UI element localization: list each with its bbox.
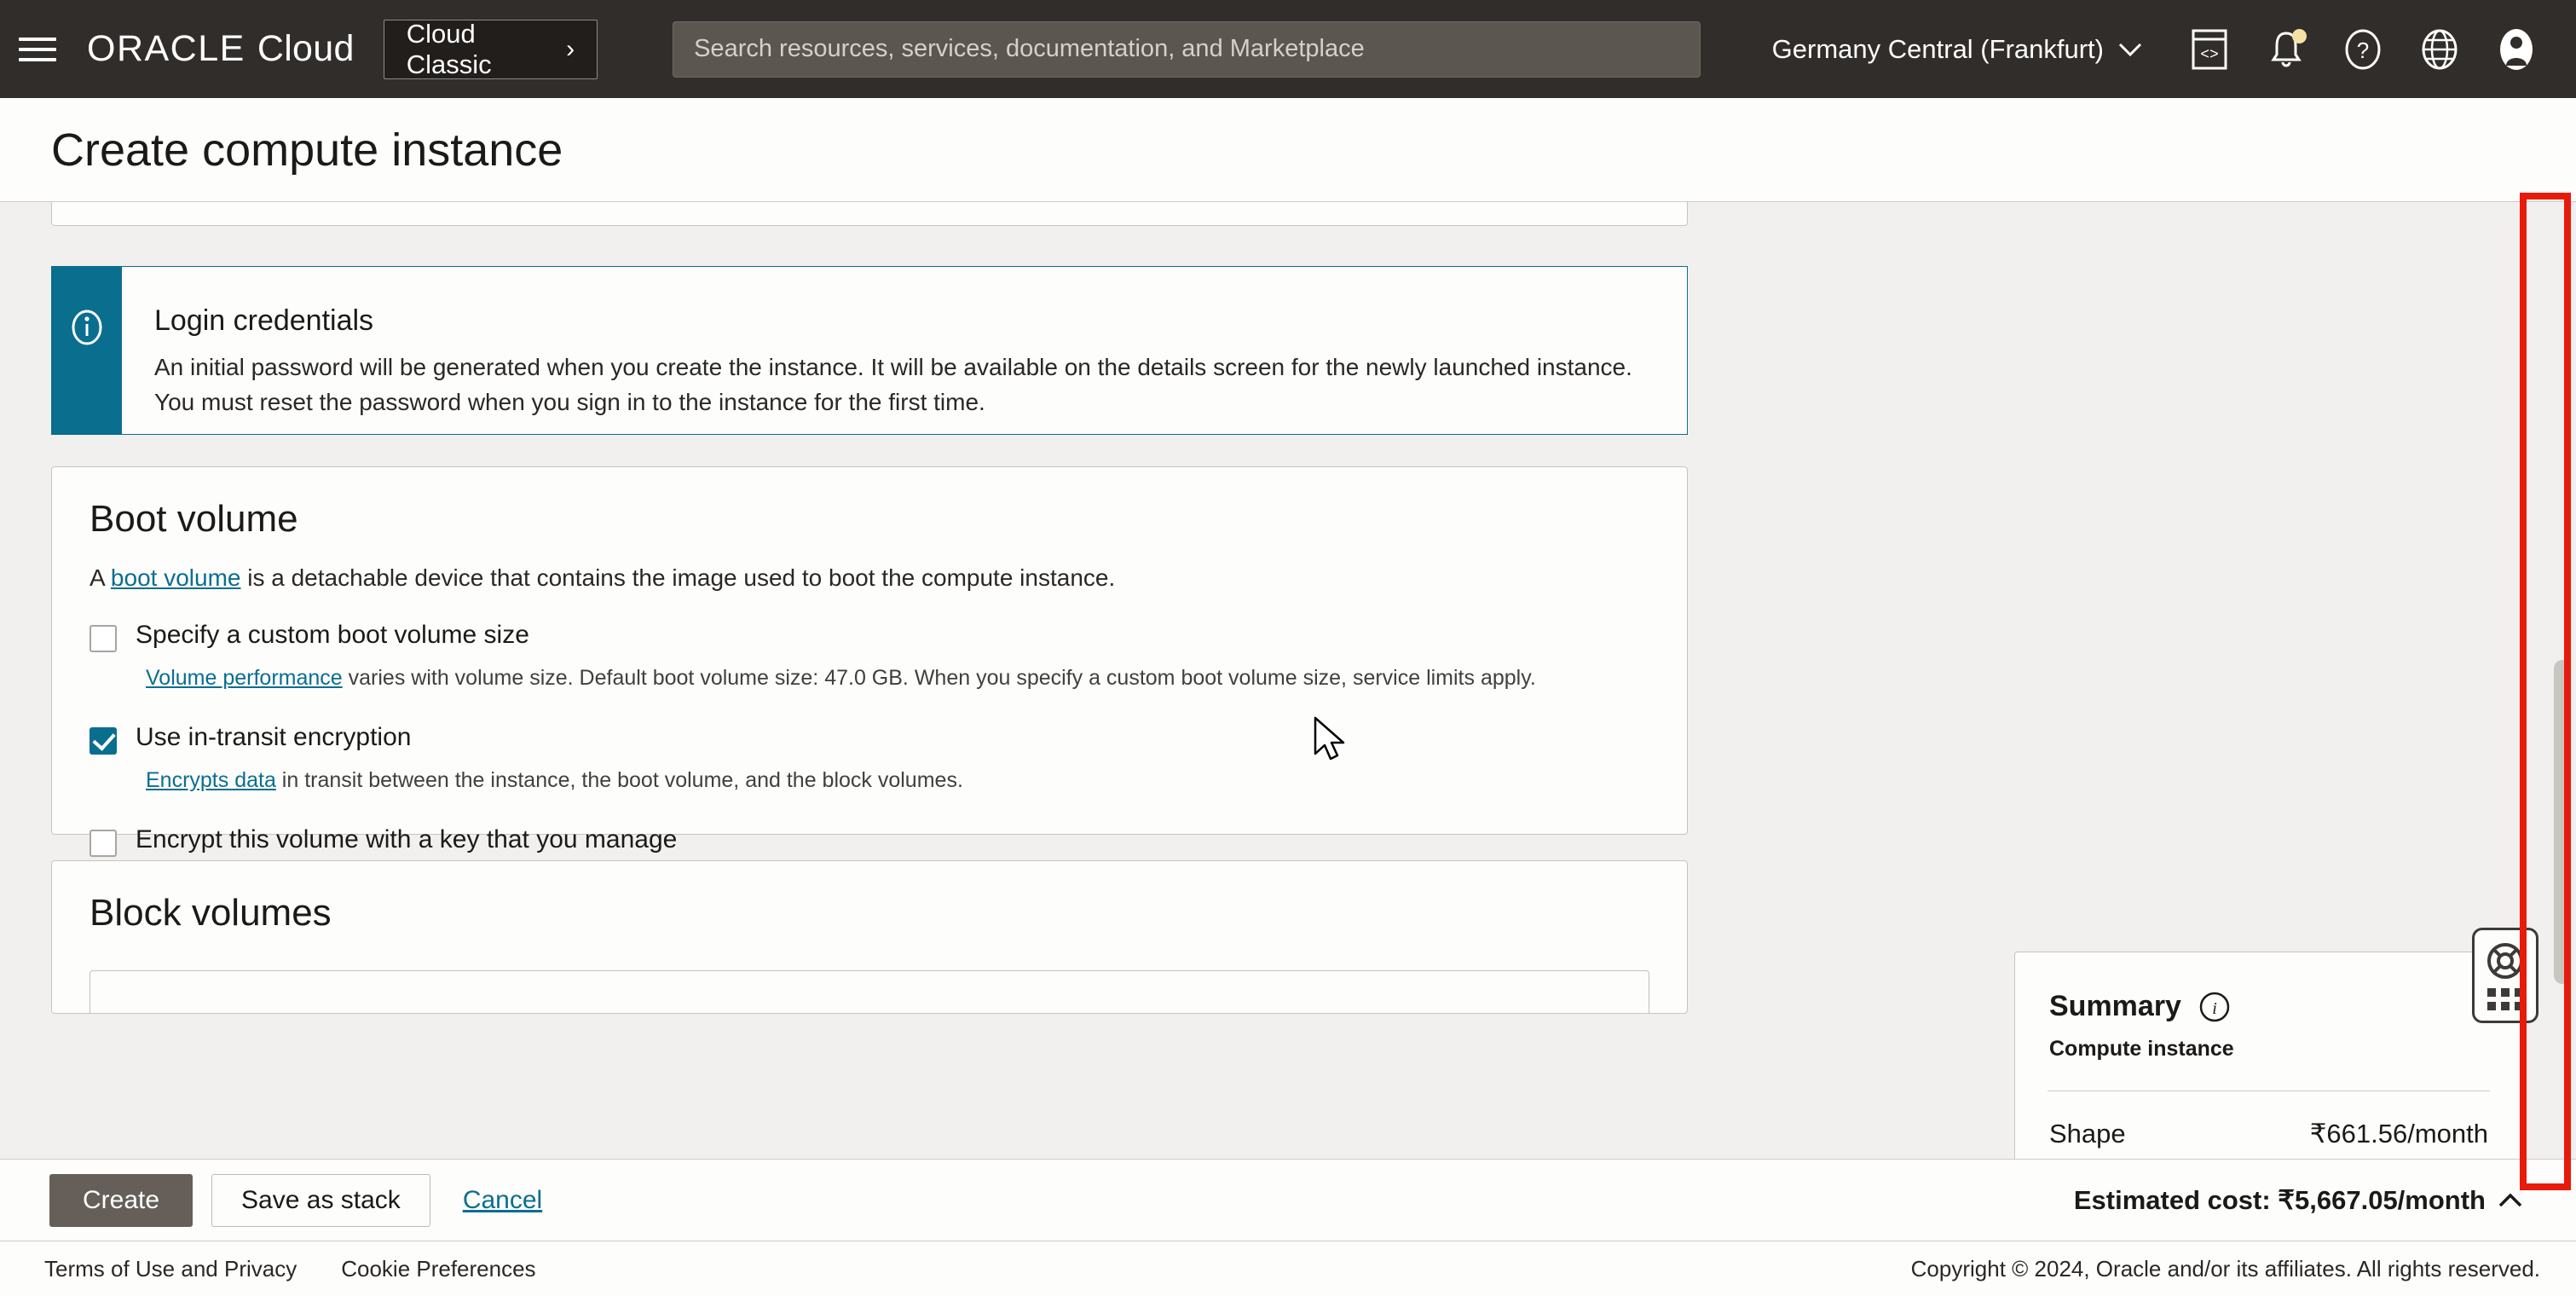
global-header: ORACLE Cloud Cloud Classic › Germany Cen…: [0, 0, 2576, 98]
previous-section-card-bottom: [51, 202, 1688, 226]
chevron-right-icon: ›: [566, 34, 575, 63]
cloud-classic-label: Cloud Classic: [406, 18, 492, 79]
option-customer-managed-key[interactable]: Encrypt this volume with a key that you …: [52, 825, 1687, 857]
support-widget[interactable]: [2472, 928, 2538, 1023]
block-volumes-title: Block volumes: [90, 892, 332, 934]
summary-info-icon[interactable]: i: [2198, 991, 2231, 1023]
page-title: Create compute instance: [51, 124, 563, 176]
boot-volume-title: Boot volume: [90, 498, 298, 540]
desc-suffix: is a detachable device that contains the…: [240, 564, 1116, 591]
volume-performance-link[interactable]: Volume performance: [146, 666, 343, 690]
banner-title: Login credentials: [154, 304, 374, 337]
info-circle-icon: [72, 310, 102, 345]
global-search[interactable]: [673, 20, 1701, 78]
lifebuoy-icon: [2487, 942, 2523, 979]
boot-volume-card: Boot volume A boot volume is a detachabl…: [51, 466, 1688, 926]
summary-header: Summary i: [2015, 952, 2522, 1023]
scrollbar-thumb[interactable]: [2554, 660, 2571, 984]
estimated-cost-toggle[interactable]: Estimated cost: ₹5,667.05/month: [2074, 1185, 2523, 1216]
svg-text:<>: <>: [2200, 47, 2219, 64]
save-as-stack-button[interactable]: Save as stack: [211, 1173, 430, 1227]
copyright-text: Copyright © 2024, Oracle and/or its affi…: [1910, 1255, 2540, 1282]
hamburger-menu-icon[interactable]: [19, 30, 56, 69]
banner-text-line-1: An initial password will be generated wh…: [154, 354, 1632, 380]
option-in-transit-encryption[interactable]: Use in-transit encryption: [52, 723, 1687, 755]
summary-title: Summary: [2049, 990, 2181, 1022]
oracle-cloud-logo[interactable]: ORACLE Cloud: [87, 28, 355, 70]
notification-badge: [2292, 28, 2307, 43]
block-volumes-field[interactable]: [90, 970, 1649, 1013]
checkbox-in-transit-encryption[interactable]: [90, 727, 117, 755]
row-value: ₹661.56/month: [2309, 1119, 2488, 1148]
svg-text:i: i: [2212, 999, 2217, 1018]
option-label: Specify a custom boot volume size: [136, 621, 529, 649]
region-selector[interactable]: Germany Central (Frankfurt): [1772, 34, 2143, 65]
login-credentials-banner: Login credentials An initial password wi…: [51, 266, 1688, 435]
search-input[interactable]: [694, 35, 1679, 63]
banner-text-line-2: You must reset the password when you sig…: [154, 389, 985, 415]
row-label: Shape: [2049, 1119, 2126, 1148]
option-custom-boot-volume-size[interactable]: Specify a custom boot volume size: [52, 621, 1687, 652]
checkbox-custom-boot-volume-size[interactable]: [90, 625, 117, 652]
banner-accent-stripe: [52, 267, 122, 434]
option-label: Use in-transit encryption: [136, 723, 412, 751]
cost-summary-panel: Summary i Compute instance Shape ₹661.56…: [2014, 952, 2523, 1159]
help-text: varies with volume size. Default boot vo…: [342, 666, 1536, 690]
language-globe-icon[interactable]: [2417, 27, 2462, 72]
page-footer: Terms of Use and Privacy Cookie Preferen…: [0, 1241, 2576, 1296]
user-avatar-icon[interactable]: [2494, 27, 2538, 72]
estimated-cost-label: Estimated cost: ₹5,667.05/month: [2073, 1184, 2486, 1215]
help-text: in transit between the instance, the boo…: [275, 768, 963, 792]
help-question-icon[interactable]: ?: [2341, 27, 2385, 72]
form-action-bar: Create Save as stack Cancel Estimated co…: [0, 1159, 2576, 1241]
notifications-bell-icon[interactable]: [2264, 27, 2308, 72]
option-label: Encrypt this volume with a key that you …: [136, 825, 678, 853]
summary-row-shape: Shape ₹661.56/month: [2015, 1119, 2522, 1149]
help-in-transit-encryption: Encrypts data in transit between the ins…: [52, 765, 1552, 796]
cloud-classic-button[interactable]: Cloud Classic ›: [383, 18, 598, 79]
help-custom-boot-volume-size: Volume performance varies with volume si…: [52, 662, 1552, 694]
summary-subtitle: Compute instance: [2049, 1037, 2234, 1061]
main-content: Login credentials An initial password wi…: [0, 202, 2576, 1159]
checkbox-customer-managed-key[interactable]: [90, 830, 117, 857]
cookie-preferences-link[interactable]: Cookie Preferences: [341, 1256, 535, 1282]
cloud-shell-icon[interactable]: <>: [2187, 27, 2232, 72]
encrypts-data-link[interactable]: Encrypts data: [146, 768, 276, 792]
create-button[interactable]: Create: [49, 1173, 193, 1227]
header-icon-group: <> ?: [2187, 27, 2576, 72]
desc-prefix: A: [90, 564, 111, 591]
chevron-down-icon: [2118, 43, 2142, 56]
chevron-up-icon: [2498, 1193, 2522, 1206]
page-scrollbar[interactable]: [2547, 404, 2576, 1159]
boot-volume-doc-link[interactable]: boot volume: [111, 564, 241, 591]
cancel-link[interactable]: Cancel: [463, 1186, 542, 1215]
region-label: Germany Central (Frankfurt): [1771, 33, 2104, 64]
dot-grid-icon: [2487, 987, 2523, 1010]
boot-volume-description: A boot volume is a detachable device tha…: [52, 541, 1687, 592]
cloud-wordmark: Cloud: [257, 28, 355, 69]
terms-of-use-link[interactable]: Terms of Use and Privacy: [44, 1256, 297, 1282]
svg-text:?: ?: [2357, 38, 2369, 63]
block-volumes-card: Block volumes: [51, 860, 1688, 1014]
oracle-wordmark: ORACLE: [87, 28, 245, 69]
page-header: Create compute instance: [0, 98, 2576, 202]
